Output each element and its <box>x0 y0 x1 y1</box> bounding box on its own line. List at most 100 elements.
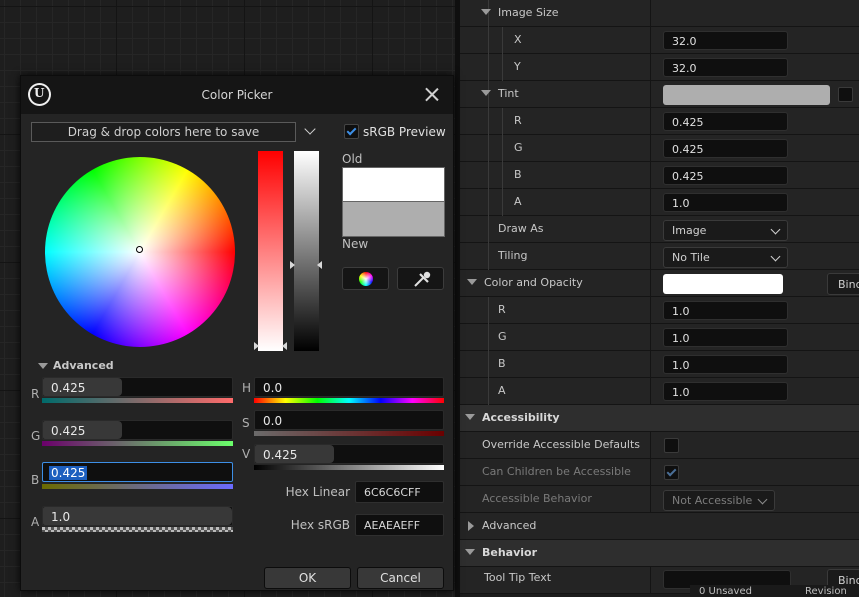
indent-guide <box>488 162 489 189</box>
alpha-channel-input[interactable]: 1.0 <box>42 506 233 526</box>
expand-arrow-icon[interactable] <box>465 414 475 420</box>
slider-handle-right-icon[interactable] <box>282 342 287 350</box>
tint-extra-checkbox[interactable] <box>838 87 853 102</box>
column-splitter <box>650 270 651 297</box>
dialog-title-bar[interactable]: U Color Picker <box>21 76 453 114</box>
color-opacity-a-label: A <box>498 384 506 397</box>
hex-linear-label: Hex Linear <box>285 485 350 499</box>
chevron-down-icon[interactable] <box>304 123 316 135</box>
color-wheel-mode-button[interactable] <box>342 267 389 290</box>
saturation-channel-value: 0.0 <box>263 414 283 428</box>
column-splitter <box>650 81 651 108</box>
tint-g-input[interactable]: 0.425 <box>663 139 788 158</box>
color-opacity-g-input[interactable]: 1.0 <box>663 328 788 347</box>
color-wheel-selector[interactable] <box>136 246 143 253</box>
saturation-channel-input[interactable]: 0.0 <box>254 410 444 430</box>
hue-channel-input[interactable]: 0.0 <box>254 377 444 397</box>
advanced-section-label[interactable]: Advanced <box>53 359 114 372</box>
old-color-swatch[interactable] <box>342 167 445 202</box>
color-opacity-r-input[interactable]: 1.0 <box>663 301 788 320</box>
new-color-label: New <box>342 237 369 251</box>
eyedropper-button[interactable] <box>397 267 444 290</box>
value-channel-input[interactable]: 0.425 <box>254 444 444 464</box>
red-channel-input[interactable]: 0.425 <box>42 377 233 397</box>
color-opacity-b-input[interactable]: 1.0 <box>663 355 788 374</box>
revision-status[interactable]: Revision <box>805 586 847 597</box>
image-size-row[interactable]: Image Size <box>460 0 859 27</box>
expand-arrow-icon[interactable] <box>481 90 491 96</box>
hex-linear-input[interactable]: 6C6C6CFF <box>355 481 444 503</box>
hue-channel-value: 0.0 <box>263 381 283 395</box>
ok-button[interactable]: OK <box>264 567 351 589</box>
column-splitter <box>650 297 651 324</box>
hue-channel-gradient <box>254 398 444 403</box>
unsaved-status[interactable]: 0 Unsaved <box>699 586 752 597</box>
blue-channel-gradient <box>42 484 233 489</box>
tint-r-label: R <box>514 114 522 127</box>
indent-guide <box>502 189 503 216</box>
color-opacity-row[interactable]: Color and Opacity Bind <box>460 270 859 297</box>
column-splitter <box>650 54 651 81</box>
image-size-x-input[interactable]: 32.0 <box>663 31 788 50</box>
behavior-section-header[interactable]: Behavior <box>460 540 859 567</box>
color-opacity-g-row: G 1.0 <box>460 324 859 351</box>
column-splitter <box>650 459 651 486</box>
tint-color-swatch[interactable] <box>663 85 830 105</box>
value-slider[interactable] <box>294 151 319 351</box>
color-opacity-a-input[interactable]: 1.0 <box>663 382 788 401</box>
tint-row[interactable]: Tint <box>460 81 859 108</box>
blue-channel-input[interactable]: 0.425 <box>42 462 233 482</box>
saturation-slider[interactable] <box>258 151 283 351</box>
override-accessible-checkbox[interactable] <box>664 438 679 453</box>
accessibility-section-label: Accessibility <box>482 411 560 424</box>
green-channel-input[interactable]: 0.425 <box>42 420 233 440</box>
color-opacity-a-row: A 1.0 <box>460 378 859 405</box>
value-channel-gradient <box>254 465 444 470</box>
column-splitter <box>650 324 651 351</box>
advanced-row[interactable]: Advanced <box>460 513 859 540</box>
column-splitter <box>650 351 651 378</box>
color-themes-drop-zone[interactable]: Drag & drop colors here to save <box>31 122 296 142</box>
children-accessible-checkbox[interactable] <box>664 465 679 480</box>
indent-guide <box>502 54 503 81</box>
tiling-dropdown[interactable]: No Tile <box>663 247 788 268</box>
color-opacity-swatch[interactable] <box>663 274 783 294</box>
bind-button[interactable]: Bind <box>827 273 859 295</box>
override-accessible-label: Override Accessible Defaults <box>482 438 641 451</box>
accessibility-section-header[interactable]: Accessibility <box>460 405 859 432</box>
details-panel: Image Size X 32.0 Y 32.0 Tint R 0.425 G … <box>460 0 859 597</box>
image-size-y-input[interactable]: 32.0 <box>663 58 788 77</box>
tint-b-input[interactable]: 0.425 <box>663 166 788 185</box>
old-color-label: Old <box>342 152 363 166</box>
tint-a-input[interactable]: 1.0 <box>663 193 788 212</box>
tint-r-row: R 0.425 <box>460 108 859 135</box>
cancel-button[interactable]: Cancel <box>357 567 444 589</box>
alpha-channel-gradient <box>42 527 233 532</box>
green-channel-gradient <box>42 441 233 446</box>
hex-srgb-input[interactable]: AEAEAEFF <box>355 514 444 536</box>
advanced-expand-arrow-icon[interactable] <box>38 363 48 369</box>
expand-arrow-icon[interactable] <box>467 279 477 285</box>
draw-as-label: Draw As <box>498 222 544 235</box>
draw-as-dropdown[interactable]: Image <box>663 220 788 241</box>
accessible-behavior-row: Accessible Behavior Not Accessible <box>460 486 859 513</box>
expand-arrow-icon[interactable] <box>481 9 491 15</box>
indent-guide <box>488 108 489 135</box>
tint-a-label: A <box>514 195 522 208</box>
image-size-x-label: X <box>514 33 522 46</box>
slider-handle-right-icon[interactable] <box>317 261 322 269</box>
value-channel-value: 0.425 <box>263 448 298 462</box>
expand-arrow-icon[interactable] <box>465 549 475 555</box>
close-icon[interactable] <box>424 86 440 102</box>
srgb-preview-checkbox[interactable] <box>344 124 359 139</box>
eyedropper-icon <box>414 271 431 287</box>
slider-handle-left-icon[interactable] <box>290 261 295 269</box>
slider-handle-left-icon[interactable] <box>254 342 259 350</box>
saturation-channel-gradient <box>254 431 444 436</box>
accessible-behavior-dropdown[interactable]: Not Accessible <box>663 490 775 511</box>
image-size-label: Image Size <box>498 6 559 19</box>
tint-r-input[interactable]: 0.425 <box>663 112 788 131</box>
checkmark-icon <box>346 125 357 136</box>
expand-arrow-icon[interactable] <box>468 521 474 531</box>
column-splitter <box>650 378 651 405</box>
